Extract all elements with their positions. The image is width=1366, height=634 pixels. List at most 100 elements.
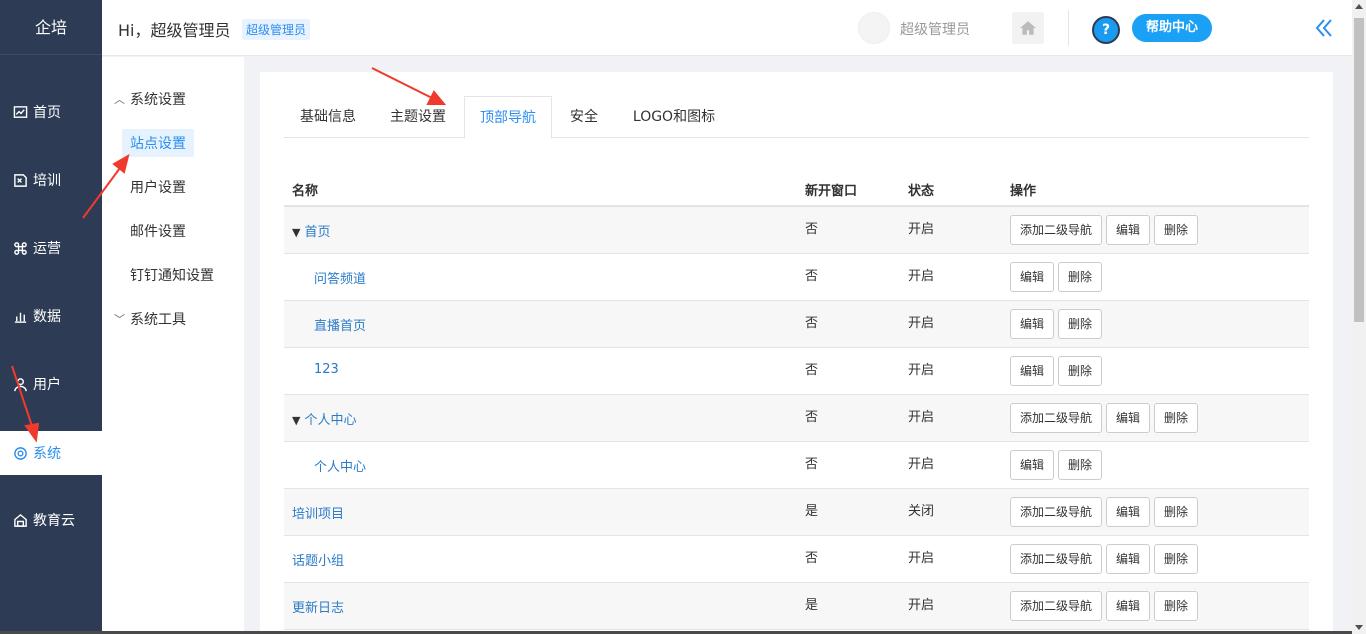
bar-chart-icon: [11, 307, 29, 325]
nav-name-text: 首页: [304, 225, 331, 240]
avatar[interactable]: [858, 12, 890, 44]
delete-button[interactable]: 删除: [1154, 497, 1199, 527]
add-sub-nav-button[interactable]: 添加二级导航: [1010, 544, 1103, 574]
nav-name-link[interactable]: 话题小组: [292, 550, 344, 569]
user-name[interactable]: 超级管理员: [900, 19, 970, 39]
chevron-down-icon: ﹀: [114, 313, 125, 326]
sidebar-item-data[interactable]: 数据: [0, 294, 102, 338]
new-window-cell: 否: [805, 457, 819, 472]
greeting-text: Hi，超级管理员: [118, 21, 231, 40]
table-header: 名称 新开窗口 状态 操作: [284, 172, 1309, 207]
column-header-new-window: 新开窗口: [805, 184, 858, 199]
column-header-operations: 操作: [1010, 184, 1037, 199]
sidebar-item-label: 用户: [33, 377, 61, 393]
edit-button[interactable]: 编辑: [1106, 497, 1151, 527]
delete-button[interactable]: 删除: [1154, 591, 1199, 621]
row-actions: 添加二级导航 编辑 删除: [1010, 591, 1199, 621]
row-actions: 编辑 删除: [1010, 356, 1103, 386]
sidebar-item-label: 运营: [33, 241, 61, 257]
table-row: 个人中心 否 开启 编辑 删除: [284, 442, 1309, 489]
delete-button[interactable]: 删除: [1058, 356, 1103, 386]
nav-name-link[interactable]: ▼ 首页: [292, 221, 330, 240]
vertical-scrollbar[interactable]: [1352, 0, 1366, 634]
row-actions: 编辑 删除: [1010, 309, 1103, 339]
status-cell: 开启: [908, 598, 935, 613]
new-window-cell: 否: [805, 316, 819, 331]
submenu-item-mail-settings[interactable]: 邮件设置: [130, 217, 186, 245]
submenu-group-system-tools[interactable]: ﹀ 系统工具: [114, 309, 186, 329]
tab-security[interactable]: 安全: [554, 96, 614, 138]
help-icon[interactable]: ?: [1092, 16, 1120, 44]
edit-button[interactable]: 编辑: [1010, 309, 1055, 339]
status-cell: 开启: [908, 269, 935, 284]
scroll-down-arrow-icon[interactable]: [1355, 625, 1363, 630]
tab-top-navigation[interactable]: 顶部导航: [464, 96, 552, 139]
edit-button[interactable]: 编辑: [1106, 215, 1151, 245]
cloud-icon: [11, 511, 29, 529]
main-sidebar: 企培 首页 培训 运营 数据 用户 系统 教育云: [0, 0, 102, 634]
new-window-cell: 否: [805, 222, 819, 237]
edit-button[interactable]: 编辑: [1106, 591, 1151, 621]
gear-icon: [11, 444, 29, 462]
row-actions: 添加二级导航 编辑 删除: [1010, 215, 1199, 245]
brand-logo[interactable]: 企培: [0, 0, 102, 55]
edit-button[interactable]: 编辑: [1010, 262, 1055, 292]
expand-caret-icon[interactable]: ▼: [292, 226, 300, 239]
nav-name-link[interactable]: 个人中心: [314, 456, 366, 475]
home-icon: [1020, 21, 1036, 35]
submenu-group-label: 系统设置: [130, 92, 186, 108]
status-cell: 开启: [908, 457, 935, 472]
add-sub-nav-button[interactable]: 添加二级导航: [1010, 215, 1103, 245]
expand-caret-icon[interactable]: ▼: [292, 414, 300, 427]
nav-name-link[interactable]: 培训项目: [292, 503, 344, 522]
sidebar-item-education-cloud[interactable]: 教育云: [0, 498, 102, 542]
sidebar-item-users[interactable]: 用户: [0, 362, 102, 406]
edit-button[interactable]: 编辑: [1106, 403, 1151, 433]
nav-name-link[interactable]: 更新日志: [292, 597, 344, 616]
nav-name-text: 培训项目: [292, 507, 345, 522]
row-actions: 添加二级导航 编辑 删除: [1010, 544, 1199, 574]
row-actions: 添加二级导航 编辑 删除: [1010, 497, 1199, 527]
table-row: ▼ 个人中心 否 开启 添加二级导航 编辑 删除: [284, 395, 1309, 442]
submenu-group-label: 系统工具: [130, 312, 186, 328]
nav-name-link[interactable]: ▼ 个人中心: [292, 409, 356, 428]
nav-name-text: 个人中心: [314, 460, 367, 475]
delete-button[interactable]: 删除: [1154, 403, 1199, 433]
collapse-icon[interactable]: [1312, 16, 1336, 40]
delete-button[interactable]: 删除: [1058, 309, 1103, 339]
nav-name-link[interactable]: 直播首页: [314, 315, 366, 334]
add-sub-nav-button[interactable]: 添加二级导航: [1010, 591, 1103, 621]
column-header-name: 名称: [292, 184, 319, 199]
tab-logo-icons[interactable]: LOGO和图标: [618, 96, 730, 138]
edit-button[interactable]: 编辑: [1106, 544, 1151, 574]
sidebar-item-operations[interactable]: 运营: [0, 226, 102, 270]
home-button[interactable]: [1012, 12, 1044, 44]
add-sub-nav-button[interactable]: 添加二级导航: [1010, 403, 1103, 433]
delete-button[interactable]: 删除: [1058, 262, 1103, 292]
sidebar-item-system[interactable]: 系统: [0, 431, 102, 475]
delete-button[interactable]: 删除: [1154, 215, 1199, 245]
status-cell: 关闭: [908, 504, 935, 519]
scrollbar-thumb[interactable]: [1354, 18, 1364, 322]
submenu-item-site-settings[interactable]: 站点设置: [122, 129, 194, 157]
row-actions: 添加二级导航 编辑 删除: [1010, 403, 1199, 433]
tab-theme-settings[interactable]: 主题设置: [374, 96, 462, 138]
edit-button[interactable]: 编辑: [1010, 356, 1055, 386]
edit-button[interactable]: 编辑: [1010, 450, 1055, 480]
delete-button[interactable]: 删除: [1058, 450, 1103, 480]
submenu-item-user-settings[interactable]: 用户设置: [130, 173, 186, 201]
submenu-group-system-settings[interactable]: ︿ 系统设置: [114, 89, 186, 109]
nav-name-link[interactable]: 123: [314, 362, 339, 377]
add-sub-nav-button[interactable]: 添加二级导航: [1010, 497, 1103, 527]
sidebar-item-training[interactable]: 培训: [0, 158, 102, 202]
status-cell: 开启: [908, 551, 935, 566]
scroll-up-arrow-icon[interactable]: [1355, 4, 1363, 9]
sidebar-item-home[interactable]: 首页: [0, 90, 102, 134]
submenu-item-dingtalk-settings[interactable]: 钉钉通知设置: [130, 261, 214, 289]
tab-basic-info[interactable]: 基础信息: [284, 96, 372, 138]
row-actions: 编辑 删除: [1010, 450, 1103, 480]
sidebar-item-label: 教育云: [33, 513, 75, 529]
nav-name-link[interactable]: 问答频道: [314, 268, 366, 287]
delete-button[interactable]: 删除: [1154, 544, 1199, 574]
help-center-button[interactable]: 帮助中心: [1132, 14, 1213, 42]
